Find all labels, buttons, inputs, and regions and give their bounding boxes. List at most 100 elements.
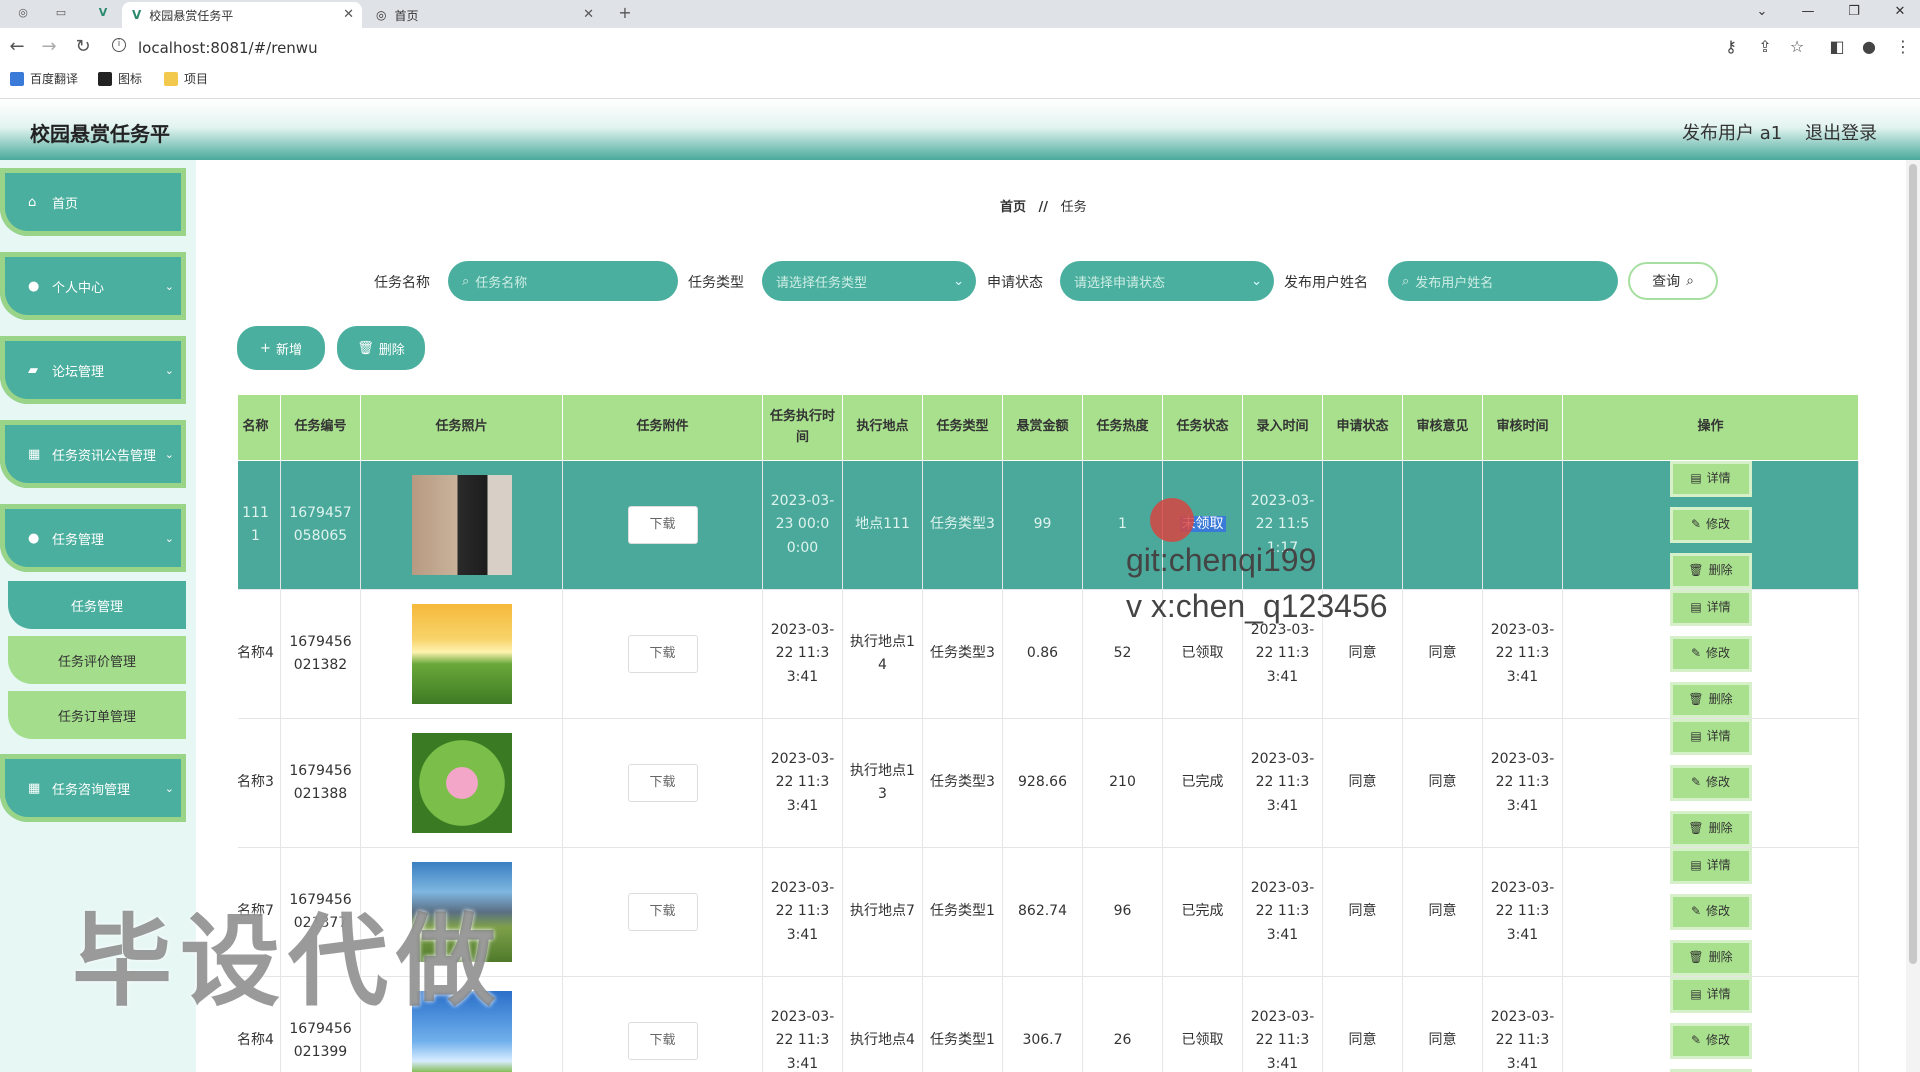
detail-button[interactable]: ▤ 详情 xyxy=(1669,848,1752,884)
sidebar-item-task[interactable]: ● 任务管理 ⌄ xyxy=(0,504,186,572)
table-row[interactable]: 名称4 1679456021382 下载 2023-03-22 11:33:41… xyxy=(238,589,1859,719)
sidebar-item-home[interactable]: ⌂ 首页 xyxy=(0,168,186,236)
share-icon[interactable]: ⇪ xyxy=(1754,37,1776,56)
cell-status: 已领取 xyxy=(1162,976,1243,1072)
task-photo[interactable] xyxy=(411,604,512,704)
row-delete-button[interactable]: 🗑 删除 xyxy=(1669,940,1752,976)
download-button[interactable]: 下载 xyxy=(627,635,698,673)
sidebar-item-news[interactable]: ▦ 任务资讯公告管理 ⌄ xyxy=(0,420,186,488)
chevron-down-icon: ⌄ xyxy=(164,279,174,293)
edit-button[interactable]: ✎ 修改 xyxy=(1669,636,1752,672)
back-icon[interactable]: ← xyxy=(6,36,28,57)
bookmark-icons[interactable]: 图标 xyxy=(98,70,142,87)
sidebar-subitem-task-order[interactable]: 任务订单管理 xyxy=(8,691,186,739)
menu-icon[interactable]: ⋮ xyxy=(1892,37,1914,56)
cell-place: 地点111 xyxy=(842,460,923,590)
task-heat: 1 xyxy=(1118,516,1127,533)
publisher-name-input[interactable]: ⌕ 发布用户姓名 xyxy=(1388,261,1618,301)
sidebar-item-consult[interactable]: ▦ 任务咨询管理 ⌄ xyxy=(0,754,186,822)
edit-button[interactable]: ✎ 修改 xyxy=(1669,507,1752,543)
row-delete-button[interactable]: 🗑 删除 xyxy=(1669,682,1752,718)
minimize-icon[interactable]: — xyxy=(1788,4,1828,19)
edit-button[interactable]: ✎ 修改 xyxy=(1669,1023,1752,1059)
row-actions: ▤详情 ✎修改 🗑删除 xyxy=(1626,719,1796,847)
cell-exec-time: 2023-03-23 00:00:00 xyxy=(762,460,843,590)
detail-button[interactable]: ▤ 详情 xyxy=(1669,461,1752,497)
cell-status: 已完成 xyxy=(1162,718,1243,848)
task-name-input[interactable]: ⌕ 任务名称 xyxy=(448,261,678,301)
task-type: 任务类型3 xyxy=(930,516,995,533)
sidebar-subitem-task-review[interactable]: 任务评价管理 xyxy=(8,636,186,684)
info-icon[interactable]: i xyxy=(112,38,126,52)
address-bar[interactable]: localhost:8081/#/renwu xyxy=(138,36,318,60)
tab-active[interactable]: V 校园悬赏任务平 ✕ xyxy=(122,2,362,28)
globe-icon[interactable]: ◎ xyxy=(14,6,32,22)
edit-button[interactable]: ✎ 修改 xyxy=(1669,765,1752,801)
star-icon[interactable]: ☆ xyxy=(1786,37,1808,56)
edit-button[interactable]: ✎ 修改 xyxy=(1669,894,1752,930)
reload-icon[interactable]: ↻ xyxy=(72,36,94,57)
new-tab-icon[interactable]: + xyxy=(616,3,634,22)
trash-icon: 🗑 xyxy=(1688,692,1704,707)
restore-icon[interactable]: ❐ xyxy=(1834,4,1874,19)
cell-attachment: 下载 xyxy=(562,718,763,848)
download-button[interactable]: 下载 xyxy=(627,764,698,802)
logout-link[interactable]: 退出登录 xyxy=(1805,119,1877,145)
cell-ops: ▤ 详情 ✎ 修改 🗑 删除 xyxy=(1562,718,1859,848)
task-photo[interactable] xyxy=(411,475,512,575)
cell-type: 任务类型1 xyxy=(922,976,1003,1072)
detail-label: 详情 xyxy=(1706,600,1731,615)
tab-home[interactable]: ◎ 首页 ✕ xyxy=(366,2,602,28)
download-label: 下载 xyxy=(649,517,676,533)
breadcrumb-separator: // xyxy=(1038,200,1049,215)
download-button[interactable]: 下载 xyxy=(627,1022,698,1060)
task-type: 任务类型1 xyxy=(930,903,995,920)
apply-status-select[interactable]: 请选择申请状态 ⌄ xyxy=(1060,261,1274,301)
add-button[interactable]: + 新增 xyxy=(237,326,325,370)
row-actions: ▤详情 ✎修改 🗑删除 xyxy=(1626,977,1796,1072)
blank-tab-icon[interactable]: ▭ xyxy=(52,6,70,22)
cell-exec-time: 2023-03-22 11:33:41 xyxy=(762,718,843,848)
chevron-down-icon: ⌄ xyxy=(953,273,964,289)
sidebar-subitem-task-manage[interactable]: 任务管理 xyxy=(8,581,186,629)
breadcrumb-home[interactable]: 首页 xyxy=(1000,200,1026,215)
profile-icon[interactable]: ● xyxy=(1858,37,1880,56)
download-button[interactable]: 下载 xyxy=(627,893,698,931)
task-photo[interactable] xyxy=(411,733,512,833)
key-icon[interactable]: ⚷ xyxy=(1720,37,1742,56)
query-button[interactable]: 查询 ⌕ xyxy=(1628,262,1718,300)
exec-time: 2023-03-22 11:33:41 xyxy=(770,751,835,814)
close-icon[interactable]: ✕ xyxy=(583,7,594,22)
apply-status: 同意 xyxy=(1348,774,1377,791)
scrollbar-thumb[interactable] xyxy=(1909,164,1917,964)
sidebar-item-personal[interactable]: ● 个人中心 ⌄ xyxy=(0,252,186,320)
close-window-icon[interactable]: ✕ xyxy=(1880,4,1920,19)
sidepanel-icon[interactable]: ◧ xyxy=(1826,37,1848,56)
batch-delete-button[interactable]: 🗑 删除 xyxy=(337,326,425,370)
breadcrumb: 首页 // 任务 xyxy=(1000,196,1087,215)
close-icon[interactable]: ✕ xyxy=(343,7,354,22)
row-delete-button[interactable]: 🗑 删除 xyxy=(1669,811,1752,847)
apply-status: 同意 xyxy=(1348,645,1377,662)
row-delete-button[interactable]: 🗑 删除 xyxy=(1669,553,1752,589)
chevron-down-icon[interactable]: ⌄ xyxy=(1742,4,1782,19)
vue-icon[interactable]: V xyxy=(94,6,112,22)
news-icon: ▦ xyxy=(28,446,41,462)
detail-button[interactable]: ▤ 详情 xyxy=(1669,590,1752,626)
table-row[interactable]: 111 1 1679457058065 下载 2023-03-23 00:00:… xyxy=(238,460,1859,590)
forward-icon[interactable]: → xyxy=(38,36,60,57)
detail-label: 详情 xyxy=(1706,471,1731,486)
review-time: 2023-03-22 11:33:41 xyxy=(1490,751,1555,814)
cell-type: 任务类型3 xyxy=(922,589,1003,719)
grid-icon: ▦ xyxy=(28,780,41,796)
bookmark-project[interactable]: 项目 xyxy=(164,70,208,87)
cell-no: 1679457058065 xyxy=(280,460,361,590)
task-type-select[interactable]: 请选择任务类型 ⌄ xyxy=(762,261,976,301)
detail-button[interactable]: ▤ 详情 xyxy=(1669,977,1752,1013)
sidebar-item-forum[interactable]: ▰ 论坛管理 ⌄ xyxy=(0,336,186,404)
task-status: 已完成 xyxy=(1181,903,1224,920)
detail-button[interactable]: ▤ 详情 xyxy=(1669,719,1752,755)
table-row[interactable]: 名称3 1679456021388 下载 2023-03-22 11:33:41… xyxy=(238,718,1859,848)
download-button[interactable]: 下载 xyxy=(627,506,698,544)
bookmark-baidu[interactable]: 百度翻译 xyxy=(10,70,78,87)
